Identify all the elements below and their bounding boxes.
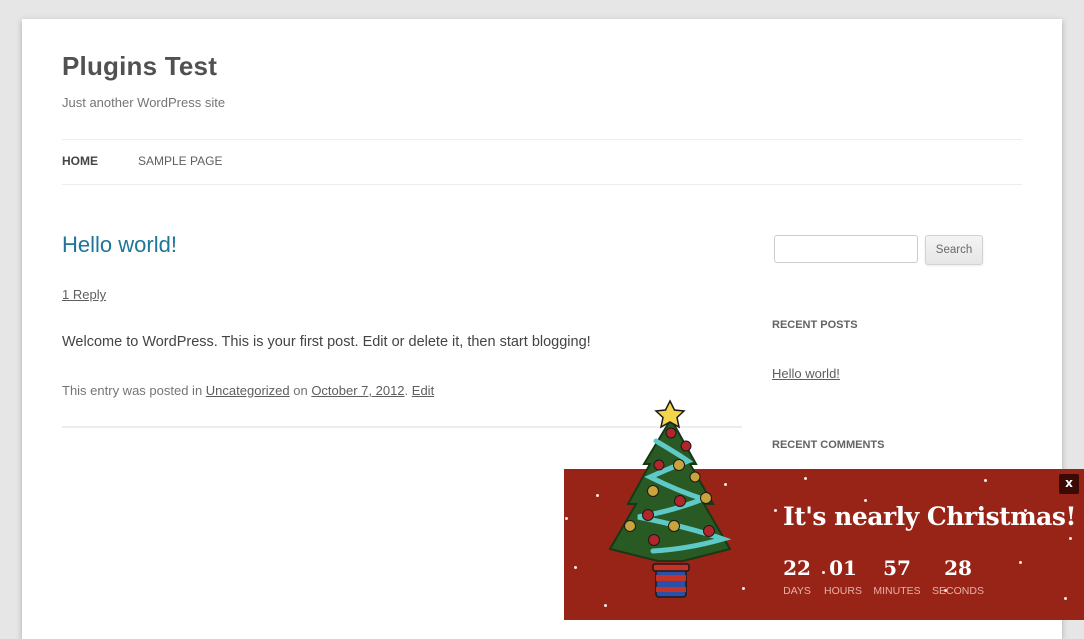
- snowflake-icon: [1019, 561, 1022, 564]
- post-content: Welcome to WordPress. This is your first…: [62, 334, 591, 350]
- site-title[interactable]: Plugins Test: [62, 51, 217, 82]
- post-title[interactable]: Hello world!: [62, 232, 177, 258]
- nav-item-home[interactable]: HOME: [62, 154, 98, 168]
- entry-meta-prefix: This entry was posted in: [62, 383, 206, 398]
- site-description: Just another WordPress site: [62, 95, 226, 110]
- countdown-seconds-label: SECONDS: [932, 585, 984, 597]
- snowflake-icon: [1069, 537, 1072, 540]
- recent-post-link[interactable]: Hello world!: [772, 366, 840, 381]
- recent-posts-title: RECENT POSTS: [772, 319, 858, 331]
- countdown-hours-label: HOURS: [824, 585, 862, 597]
- category-link[interactable]: Uncategorized: [206, 383, 290, 398]
- edit-link[interactable]: Edit: [412, 383, 434, 398]
- snowflake-icon: [1064, 597, 1067, 600]
- recent-comments-title: RECENT COMMENTS: [772, 439, 885, 451]
- entry-meta: This entry was posted in Uncategorized o…: [62, 383, 434, 398]
- snowflake-icon: [804, 477, 807, 480]
- snowflake-icon: [574, 566, 577, 569]
- countdown-seconds-value: 28: [944, 556, 972, 580]
- countdown-minutes-label: MINUTES: [873, 585, 921, 597]
- snowflake-icon: [565, 517, 568, 520]
- snowflake-icon: [604, 604, 607, 607]
- nav-item-sample-page[interactable]: SAMPLE PAGE: [138, 154, 222, 168]
- reply-link[interactable]: 1 Reply: [62, 287, 106, 302]
- christmas-tree-icon: [608, 399, 732, 598]
- countdown-hours-value: 01: [829, 556, 857, 580]
- main-navigation: HOME SAMPLE PAGE: [62, 139, 1022, 185]
- entry-meta-sep: .: [404, 383, 412, 398]
- snowflake-icon: [984, 479, 987, 482]
- entry-meta-on: on: [289, 383, 312, 398]
- date-link[interactable]: October 7, 2012: [311, 383, 404, 398]
- search-input[interactable]: [774, 235, 918, 263]
- close-button[interactable]: x: [1059, 474, 1079, 494]
- search-button[interactable]: Search: [925, 235, 983, 265]
- countdown-minutes-value: 57: [883, 556, 911, 580]
- popup-title: It's nearly Christmas!: [783, 502, 1076, 531]
- snowflake-icon: [774, 509, 777, 512]
